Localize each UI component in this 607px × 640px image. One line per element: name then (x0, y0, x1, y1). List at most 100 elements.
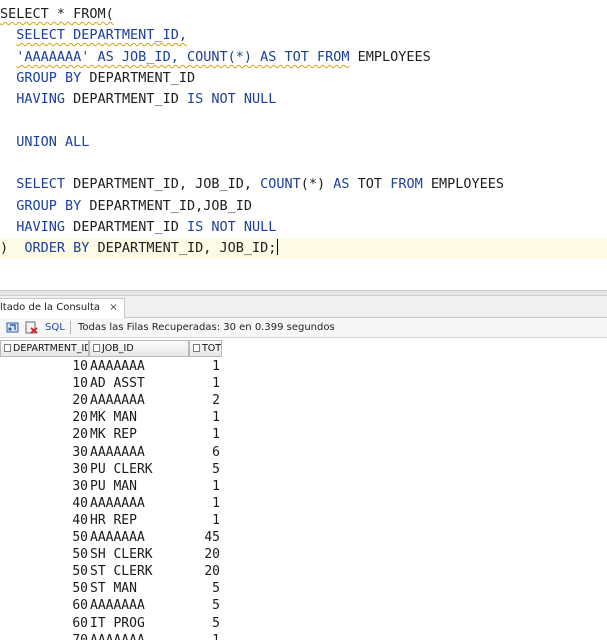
table-row[interactable]: 10 AAAAAAA 1 (0, 358, 607, 375)
cell-tot[interactable]: 1 (190, 495, 220, 512)
code-line[interactable] (0, 153, 607, 174)
sql-text-token (0, 49, 16, 65)
table-row[interactable]: 10 AD ASST 1 (0, 375, 607, 392)
cell-tot[interactable]: 5 (190, 461, 220, 478)
code-line[interactable]: SELECT DEPARTMENT_ID, JOB_ID, COUNT(*) A… (0, 174, 607, 195)
table-row[interactable]: 50 SH CLERK 20 (0, 546, 607, 563)
cell-job-id[interactable]: PU MAN (90, 478, 188, 495)
cell-job-id[interactable]: SH CLERK (90, 546, 188, 563)
cell-department-id[interactable]: 10 (0, 358, 88, 375)
cell-tot[interactable]: 5 (190, 580, 220, 597)
sql-keyword-token: COUNT (260, 176, 301, 192)
cell-job-id[interactable]: IT PROG (90, 615, 188, 632)
cell-job-id[interactable]: AAAAAAA (90, 529, 188, 546)
cell-tot[interactable]: 5 (190, 597, 220, 614)
code-line[interactable]: GROUP BY DEPARTMENT_ID,JOB_ID (0, 196, 607, 217)
cell-tot[interactable]: 1 (190, 478, 220, 495)
cell-job-id[interactable]: ST MAN (90, 580, 188, 597)
column-header-tot[interactable]: TOT (189, 340, 222, 357)
cell-job-id[interactable]: AAAAAAA (90, 597, 188, 614)
table-row[interactable]: 40 AAAAAAA 1 (0, 495, 607, 512)
table-row[interactable]: 30 PU MAN 1 (0, 478, 607, 495)
table-row[interactable]: 30 PU CLERK 5 (0, 461, 607, 478)
code-line[interactable]: UNION ALL (0, 132, 607, 153)
cell-job-id[interactable]: AAAAAAA (90, 444, 188, 461)
sql-keyword-token: UNION ALL (16, 134, 90, 150)
cell-department-id[interactable]: 50 (0, 546, 88, 563)
table-row[interactable]: 20 MK REP 1 (0, 426, 607, 443)
cell-tot[interactable]: 1 (190, 358, 220, 375)
tab-close-icon[interactable]: × (109, 299, 117, 317)
cell-department-id[interactable]: 50 (0, 563, 88, 580)
table-row[interactable]: 50 AAAAAAA 45 (0, 529, 607, 546)
sql-keyword-token: HAVING (16, 91, 66, 107)
table-row[interactable]: 50 ST MAN 5 (0, 580, 607, 597)
cell-department-id[interactable]: 30 (0, 478, 88, 495)
table-row[interactable]: 50 ST CLERK 20 (0, 563, 607, 580)
table-row[interactable]: 60 IT PROG 5 (0, 615, 607, 632)
cell-job-id[interactable]: AAAAAAA (90, 392, 188, 409)
table-row[interactable]: 60 AAAAAAA 5 (0, 597, 607, 614)
code-line[interactable] (0, 111, 607, 132)
cell-department-id[interactable]: 30 (0, 444, 88, 461)
cell-tot[interactable]: 1 (190, 409, 220, 426)
code-line[interactable]: HAVING DEPARTMENT_ID IS NOT NULL (0, 89, 607, 110)
table-row[interactable]: 20 AAAAAAA 2 (0, 392, 607, 409)
code-line[interactable]: SELECT DEPARTMENT_ID, (0, 25, 607, 46)
sql-text-token: EMPLOYEES (349, 49, 431, 65)
cell-tot[interactable]: 1 (190, 512, 220, 529)
code-line[interactable]: ) ORDER BY DEPARTMENT_ID, JOB_ID; (0, 238, 607, 259)
cell-department-id[interactable]: 50 (0, 580, 88, 597)
cell-job-id[interactable]: AAAAAAA (90, 358, 188, 375)
results-grid[interactable]: DEPARTMENT_ID JOB_ID TOT 10 AAAAAAA 1 10 AD … (0, 338, 607, 640)
cell-department-id[interactable]: 20 (0, 409, 88, 426)
table-row[interactable]: 30 AAAAAAA 6 (0, 444, 607, 461)
fetch-status-text: Todas las Filas Recuperadas: 30 en 0.399… (78, 322, 335, 333)
tab-query-result[interactable]: ltado de la Consulta × (0, 298, 125, 318)
cell-tot[interactable]: 20 (190, 563, 220, 580)
cell-department-id[interactable]: 20 (0, 392, 88, 409)
cell-job-id[interactable]: MK MAN (90, 409, 188, 426)
cell-tot[interactable]: 2 (190, 392, 220, 409)
column-header-department-id[interactable]: DEPARTMENT_ID (0, 340, 89, 357)
cell-tot[interactable]: 45 (190, 529, 220, 546)
cell-job-id[interactable]: HR REP (90, 512, 188, 529)
cell-department-id[interactable]: 30 (0, 461, 88, 478)
code-line[interactable]: GROUP BY DEPARTMENT_ID (0, 68, 607, 89)
sql-text-token (0, 27, 16, 43)
cell-job-id[interactable]: AD ASST (90, 375, 188, 392)
cell-job-id[interactable]: PU CLERK (90, 461, 188, 478)
cell-tot[interactable]: 20 (190, 546, 220, 563)
table-row[interactable]: 40 HR REP 1 (0, 512, 607, 529)
cell-job-id[interactable]: MK REP (90, 426, 188, 443)
cell-job-id[interactable]: AAAAAAA (90, 495, 188, 512)
cell-job-id[interactable]: ST CLERK (90, 563, 188, 580)
cell-tot[interactable]: 1 (190, 375, 220, 392)
column-header-job-id[interactable]: JOB_ID (89, 340, 189, 357)
freeze-pane-icon[interactable] (6, 321, 19, 334)
cell-tot[interactable]: 1 (190, 426, 220, 443)
cell-department-id[interactable]: 60 (0, 615, 88, 632)
sql-text-token (0, 176, 16, 192)
sql-button[interactable]: SQL (45, 318, 65, 337)
cell-department-id[interactable]: 50 (0, 529, 88, 546)
export-icon[interactable] (25, 321, 38, 334)
table-row[interactable]: 20 MK MAN 1 (0, 409, 607, 426)
code-line[interactable]: HAVING DEPARTMENT_ID IS NOT NULL (0, 217, 607, 238)
code-line[interactable]: SELECT * FROM( (0, 4, 607, 25)
table-row[interactable]: 70AAAAAAA1 (0, 632, 607, 640)
cell-tot[interactable]: 6 (190, 444, 220, 461)
cell-department-id[interactable]: 40 (0, 512, 88, 529)
cell-tot[interactable]: 1 (190, 632, 220, 640)
cell-department-id[interactable]: 10 (0, 375, 88, 392)
cell-department-id[interactable]: 40 (0, 495, 88, 512)
sql-editor[interactable]: SELECT * FROM( SELECT DEPARTMENT_ID, 'AA… (0, 0, 607, 290)
column-header-label: DEPARTMENT_ID (13, 343, 89, 354)
sql-text-token: DEPARTMENT_ID (81, 70, 196, 86)
cell-department-id[interactable]: 70 (0, 632, 88, 640)
cell-tot[interactable]: 5 (190, 615, 220, 632)
cell-department-id[interactable]: 60 (0, 597, 88, 614)
code-line[interactable]: 'AAAAAAA' AS JOB_ID, COUNT(*) AS TOT FRO… (0, 47, 607, 68)
cell-department-id[interactable]: 20 (0, 426, 88, 443)
cell-job-id[interactable]: AAAAAAA (90, 632, 188, 640)
